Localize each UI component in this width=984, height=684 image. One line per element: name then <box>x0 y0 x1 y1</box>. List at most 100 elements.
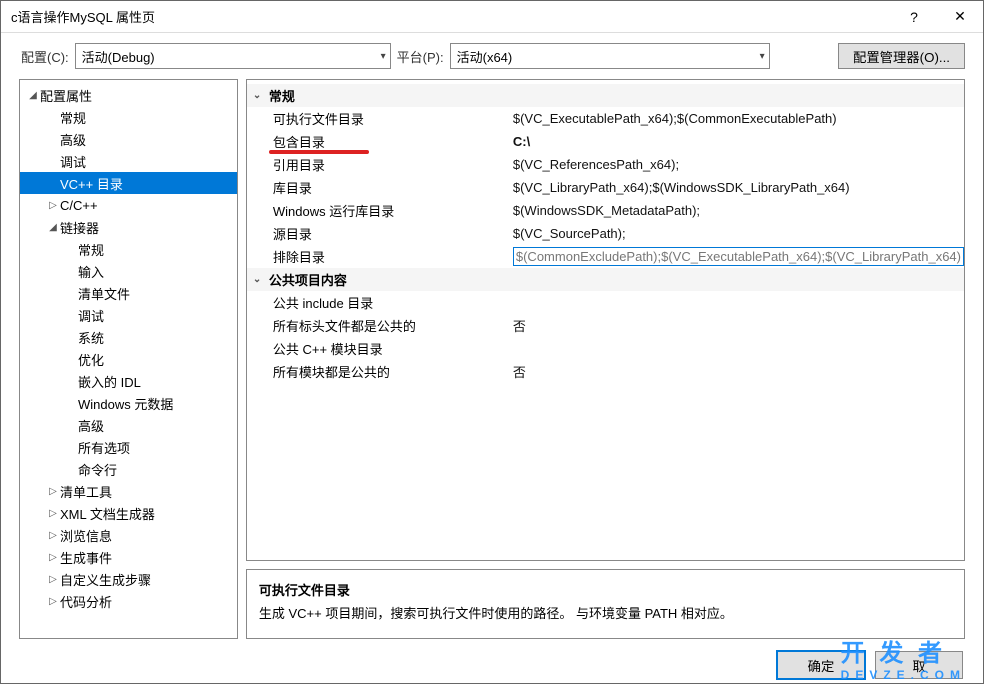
tree-item-label: 嵌入的 IDL <box>78 372 141 391</box>
property-name: 公共 C++ 模块目录 <box>269 339 513 358</box>
tree-item-label: 命令行 <box>78 460 117 479</box>
window-title: c语言操作MySQL 属性页 <box>11 7 891 26</box>
category-row[interactable]: ⌄ 公共项目内容 <box>247 268 964 291</box>
tree-item[interactable]: 优化 <box>20 348 237 370</box>
property-row[interactable]: 库目录$(VC_LibraryPath_x64);$(WindowsSDK_Li… <box>247 176 964 199</box>
tree-item-label: 生成事件 <box>60 548 112 567</box>
tree-item-label: 高级 <box>78 416 104 435</box>
tree-item-label: 输入 <box>78 262 104 281</box>
config-value: 活动(Debug) <box>82 47 155 66</box>
property-value[interactable]: $(VC_ExecutablePath_x64);$(CommonExecuta… <box>513 111 964 126</box>
property-value[interactable]: $(WindowsSDK_MetadataPath); <box>513 203 964 218</box>
property-row[interactable]: 公共 include 目录 <box>247 291 964 314</box>
tree-item[interactable]: 调试 <box>20 150 237 172</box>
property-name: 源目录 <box>269 224 513 243</box>
tree-item[interactable]: 常规 <box>20 106 237 128</box>
property-value[interactable]: $(VC_SourcePath); <box>513 226 964 241</box>
tree-item[interactable]: ▷清单工具 <box>20 480 237 502</box>
help-button[interactable]: ? <box>891 1 937 33</box>
tree-item[interactable]: ▷C/C++ <box>20 194 237 216</box>
property-row[interactable]: 可执行文件目录$(VC_ExecutablePath_x64);$(Common… <box>247 107 964 130</box>
chevron-down-icon: ▾ <box>381 51 386 62</box>
tree-item[interactable]: 清单文件 <box>20 282 237 304</box>
property-name: 所有模块都是公共的 <box>269 362 513 381</box>
chevron-down-icon: ⌄ <box>253 90 269 101</box>
tree-item[interactable]: ◢链接器 <box>20 216 237 238</box>
tree-item-label: C/C++ <box>60 198 98 213</box>
tree-item[interactable]: 所有选项 <box>20 436 237 458</box>
description-text: 生成 VC++ 项目期间，搜索可执行文件时使用的路径。 与环境变量 PATH 相… <box>259 603 952 622</box>
config-label: 配置(C): <box>21 47 69 66</box>
expander-closed-icon: ▷ <box>46 508 60 519</box>
property-row[interactable]: 引用目录$(VC_ReferencesPath_x64); <box>247 153 964 176</box>
property-name: 公共 include 目录 <box>269 293 513 312</box>
dialog-footer: 确定 取 <box>1 639 983 679</box>
tree-pane[interactable]: ◢ 配置属性 常规高级调试VC++ 目录▷C/C++◢链接器常规输入清单文件调试… <box>19 79 238 639</box>
tree-item[interactable]: 调试 <box>20 304 237 326</box>
ok-button[interactable]: 确定 <box>777 651 865 679</box>
close-button[interactable]: ✕ <box>937 1 983 33</box>
property-row[interactable]: 所有模块都是公共的否 <box>247 360 964 383</box>
expander-open-icon: ◢ <box>26 90 40 101</box>
tree-item-label: 清单工具 <box>60 482 112 501</box>
tree-item[interactable]: VC++ 目录 <box>20 172 237 194</box>
platform-combo[interactable]: 活动(x64) ▾ <box>450 43 770 69</box>
tree-item-label: 清单文件 <box>78 284 130 303</box>
expander-closed-icon: ▷ <box>46 596 60 607</box>
expander-closed-icon: ▷ <box>46 530 60 541</box>
tree-item-label: 自定义生成步骤 <box>60 570 151 589</box>
tree-item[interactable]: ▷自定义生成步骤 <box>20 568 237 590</box>
tree-item[interactable]: 输入 <box>20 260 237 282</box>
property-row[interactable]: 包含目录C:\ <box>247 130 964 153</box>
property-value[interactable]: 否 <box>513 316 964 335</box>
tree-item-label: VC++ 目录 <box>60 174 123 193</box>
property-name: 引用目录 <box>269 155 513 174</box>
cancel-button[interactable]: 取 <box>875 651 963 679</box>
tree-item[interactable]: 系统 <box>20 326 237 348</box>
tree-item[interactable]: 高级 <box>20 414 237 436</box>
tree-item[interactable]: ▷XML 文档生成器 <box>20 502 237 524</box>
property-row[interactable]: 源目录$(VC_SourcePath); <box>247 222 964 245</box>
property-name: 排除目录 <box>269 247 513 266</box>
tree-item-label: 常规 <box>78 240 104 259</box>
tree-item-label: 所有选项 <box>78 438 130 457</box>
tree-item-label: XML 文档生成器 <box>60 504 155 523</box>
property-row[interactable]: 公共 C++ 模块目录 <box>247 337 964 360</box>
tree-item[interactable]: 嵌入的 IDL <box>20 370 237 392</box>
tree-item[interactable]: 命令行 <box>20 458 237 480</box>
tree-item[interactable]: 常规 <box>20 238 237 260</box>
property-name: 包含目录 <box>269 132 513 151</box>
property-value[interactable]: $(VC_LibraryPath_x64);$(WindowsSDK_Libra… <box>513 180 964 195</box>
config-combo[interactable]: 活动(Debug) ▾ <box>75 43 391 69</box>
property-value[interactable]: $(CommonExcludePath);$(VC_ExecutablePath… <box>513 247 964 266</box>
tree-item-label: 优化 <box>78 350 104 369</box>
property-name: Windows 运行库目录 <box>269 201 513 220</box>
tree-item-label: Windows 元数据 <box>78 394 173 413</box>
config-manager-button[interactable]: 配置管理器(O)... <box>838 43 965 69</box>
tree-item[interactable]: 高级 <box>20 128 237 150</box>
property-value[interactable]: C:\ <box>513 134 964 149</box>
property-row[interactable]: 所有标头文件都是公共的否 <box>247 314 964 337</box>
tree-item[interactable]: ▷代码分析 <box>20 590 237 612</box>
tree-item[interactable]: Windows 元数据 <box>20 392 237 414</box>
tree-item-label: 高级 <box>60 130 86 149</box>
property-value[interactable]: 否 <box>513 362 964 381</box>
property-value[interactable]: $(VC_ReferencesPath_x64); <box>513 157 964 172</box>
expander-closed-icon: ▷ <box>46 200 60 211</box>
property-grid[interactable]: ⌄ 常规 可执行文件目录$(VC_ExecutablePath_x64);$(C… <box>246 79 965 561</box>
tree-root[interactable]: ◢ 配置属性 <box>20 84 237 106</box>
tree-item-label: 调试 <box>60 152 86 171</box>
tree-item[interactable]: ▷生成事件 <box>20 546 237 568</box>
chevron-down-icon: ▾ <box>760 51 765 62</box>
chevron-down-icon: ⌄ <box>253 274 269 285</box>
category-row[interactable]: ⌄ 常规 <box>247 84 964 107</box>
property-row[interactable]: 排除目录$(CommonExcludePath);$(VC_Executable… <box>247 245 964 268</box>
toolbar: 配置(C): 活动(Debug) ▾ 平台(P): 活动(x64) ▾ 配置管理… <box>1 33 983 79</box>
tree-item[interactable]: ▷浏览信息 <box>20 524 237 546</box>
titlebar: c语言操作MySQL 属性页 ? ✕ <box>1 1 983 33</box>
property-row[interactable]: Windows 运行库目录$(WindowsSDK_MetadataPath); <box>247 199 964 222</box>
tree-item-label: 系统 <box>78 328 104 347</box>
expander-closed-icon: ▷ <box>46 574 60 585</box>
platform-label: 平台(P): <box>397 47 444 66</box>
tree-item-label: 调试 <box>78 306 104 325</box>
